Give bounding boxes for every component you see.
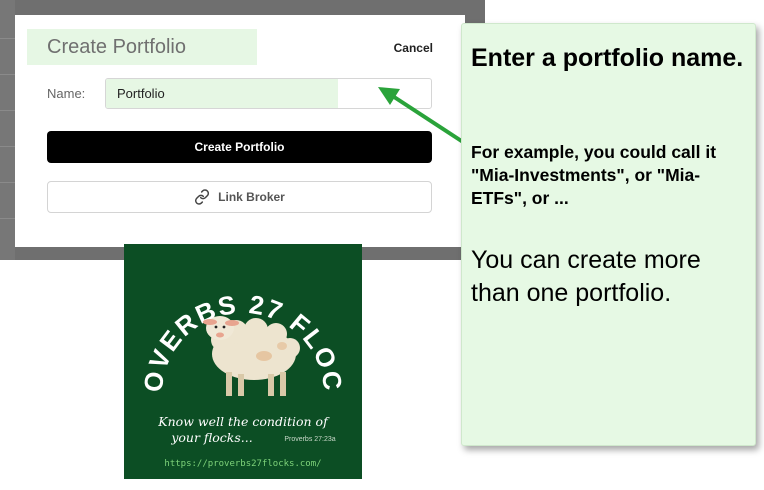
row-divider [0, 146, 15, 147]
cancel-button[interactable]: Cancel [394, 41, 433, 55]
pointer-arrow-icon [378, 87, 465, 144]
logo-citation: Proverbs 27:23a [284, 436, 335, 443]
note-heading: Enter a portfolio name. [471, 44, 744, 72]
link-broker-button[interactable]: Link Broker [47, 181, 432, 213]
name-label: Name: [47, 86, 86, 101]
row-divider [0, 74, 15, 75]
row-divider [0, 38, 15, 39]
dialog-title: Create Portfolio [27, 29, 257, 65]
instruction-note: Enter a portfolio name. For example, you… [461, 23, 756, 446]
note-example: For example, you could call it "Mia-Inve… [471, 142, 717, 208]
logo-tagline-line1: Know well the condition of [157, 414, 330, 429]
row-divider [0, 182, 15, 183]
row-divider [0, 218, 15, 219]
link-broker-label: Link Broker [218, 190, 285, 204]
note-more: You can create more than one portfolio. [471, 246, 701, 307]
app-background-strip [0, 0, 15, 260]
logo-tagline-line2: your flocks... [170, 430, 252, 445]
link-icon [194, 189, 210, 205]
row-divider [0, 110, 15, 111]
proverbs-27-flocks-logo: PROVERBS 27 FLOCKS Know well the conditi… [114, 220, 362, 479]
logo-url: https://proverbs27flocks.com/ [164, 459, 321, 469]
